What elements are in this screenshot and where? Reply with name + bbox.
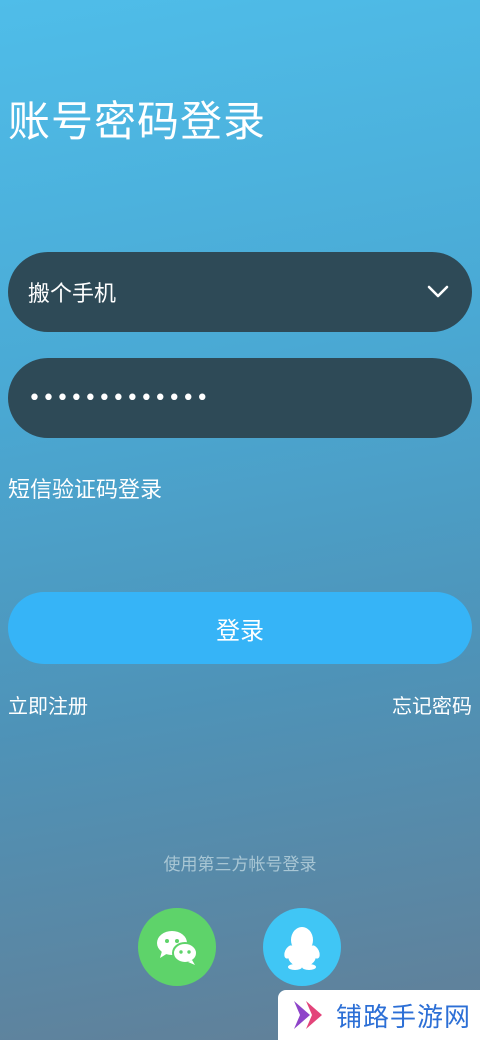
chevron-down-icon[interactable] — [424, 278, 452, 306]
wechat-login-button[interactable] — [138, 908, 216, 986]
account-field[interactable]: 搬个手机 — [8, 252, 472, 332]
qq-login-button[interactable] — [263, 908, 341, 986]
qq-penguin-icon — [284, 927, 320, 970]
third-party-login-label: 使用第三方帐号登录 — [163, 855, 317, 875]
account-input-value[interactable]: 搬个手机 — [28, 276, 424, 308]
watermark-text: 铺路手游网 — [336, 1002, 472, 1033]
wechat-icon — [157, 931, 198, 965]
watermark-banner: 铺路手游网 — [278, 990, 480, 1040]
login-button[interactable]: 登录 — [8, 592, 472, 664]
register-link[interactable]: 立即注册 — [8, 690, 88, 719]
forgot-password-link[interactable]: 忘记密码 — [392, 690, 472, 719]
password-input-value[interactable]: ••••••••••••• — [28, 386, 452, 411]
watermark-logo-icon — [294, 1001, 322, 1029]
page-title: 账号密码登录 — [8, 97, 267, 146]
sms-login-link[interactable]: 短信验证码登录 — [8, 472, 162, 504]
password-field[interactable]: ••••••••••••• — [8, 358, 472, 438]
